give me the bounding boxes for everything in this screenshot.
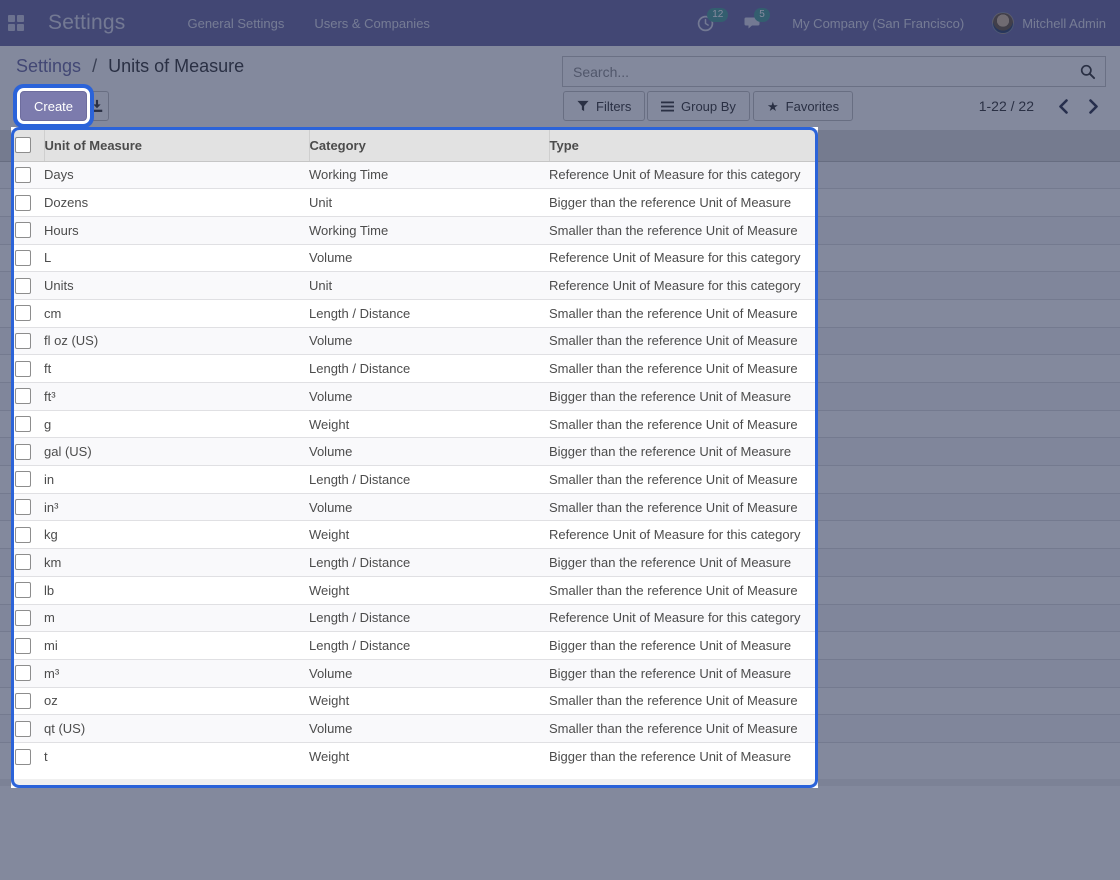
cell-category: Length / Distance xyxy=(309,305,411,321)
cell-category: Length / Distance xyxy=(309,638,411,654)
column-header-category[interactable]: Category xyxy=(308,130,549,162)
row-checkbox[interactable] xyxy=(15,665,31,682)
row-checkbox[interactable] xyxy=(15,637,31,654)
row-checkbox[interactable] xyxy=(15,277,31,294)
row-checkbox[interactable] xyxy=(15,416,31,433)
cell-unit: g xyxy=(44,416,52,432)
cell-category: Length / Distance xyxy=(309,554,411,570)
create-button[interactable]: Create xyxy=(20,91,88,121)
row-checkbox[interactable] xyxy=(15,443,31,460)
cell-category: Weight xyxy=(309,416,350,432)
cell-unit: Units xyxy=(44,278,74,294)
cell-category: Length / Distance xyxy=(309,361,411,377)
cell-category: Length / Distance xyxy=(309,471,411,487)
cell-category: Weight xyxy=(309,582,350,598)
row-checkbox[interactable] xyxy=(15,332,31,349)
row-checkbox[interactable] xyxy=(15,249,31,266)
cell-category: Volume xyxy=(309,499,353,515)
row-checkbox[interactable] xyxy=(15,692,31,709)
cell-category: Weight xyxy=(309,693,350,709)
cell-category: Volume xyxy=(309,388,353,404)
cell-unit: mi xyxy=(44,638,58,654)
row-checkbox[interactable] xyxy=(15,720,31,737)
cell-unit: kg xyxy=(44,527,58,543)
cell-unit: cm xyxy=(44,305,62,321)
cell-category: Weight xyxy=(309,749,350,765)
tour-dim-overlay-top xyxy=(0,0,1120,127)
cell-unit: Hours xyxy=(44,222,79,238)
cell-category: Working Time xyxy=(309,167,389,183)
cell-category: Volume xyxy=(309,444,353,460)
row-checkbox[interactable] xyxy=(15,360,31,377)
cell-category: Volume xyxy=(309,721,353,737)
row-checkbox[interactable] xyxy=(15,166,31,183)
tour-dim-overlay-bottom xyxy=(0,788,1120,880)
cell-category: Volume xyxy=(309,333,353,349)
cell-unit: L xyxy=(44,250,52,266)
cell-unit: qt (US) xyxy=(44,721,86,737)
cell-category: Working Time xyxy=(309,222,389,238)
cell-unit: in xyxy=(44,471,55,487)
row-checkbox[interactable] xyxy=(15,305,31,322)
cell-unit: ft xyxy=(44,361,52,377)
row-checkbox[interactable] xyxy=(15,526,31,543)
row-checkbox[interactable] xyxy=(15,222,31,239)
select-all-checkbox[interactable] xyxy=(15,137,31,154)
cell-unit: oz xyxy=(44,693,58,709)
cell-unit: fl oz (US) xyxy=(44,333,99,349)
cell-unit: m³ xyxy=(44,665,60,681)
cell-category: Unit xyxy=(309,195,333,211)
row-checkbox[interactable] xyxy=(15,194,31,211)
tour-dim-overlay-left xyxy=(0,127,11,788)
cell-category: Unit xyxy=(309,278,333,294)
cell-category: Weight xyxy=(309,527,350,543)
tour-dim-overlay-right xyxy=(818,127,1120,788)
row-checkbox[interactable] xyxy=(15,748,31,765)
cell-unit: in³ xyxy=(44,499,59,515)
cell-category: Volume xyxy=(309,665,353,681)
cell-unit: t xyxy=(44,749,48,765)
row-checkbox[interactable] xyxy=(15,609,31,626)
row-checkbox[interactable] xyxy=(15,471,31,488)
row-checkbox[interactable] xyxy=(15,582,31,599)
cell-category: Volume xyxy=(309,250,353,266)
cell-unit: Days xyxy=(44,167,74,183)
row-checkbox[interactable] xyxy=(15,388,31,405)
cell-category: Length / Distance xyxy=(309,610,411,626)
cell-unit: m xyxy=(44,610,55,626)
cell-unit: ft³ xyxy=(44,388,56,404)
row-checkbox[interactable] xyxy=(15,499,31,516)
cell-unit: lb xyxy=(44,582,55,598)
cell-unit: km xyxy=(44,554,62,570)
cell-unit: Dozens xyxy=(44,195,89,211)
cell-unit: gal (US) xyxy=(44,444,92,460)
row-checkbox[interactable] xyxy=(15,554,31,571)
column-header-unit[interactable]: Unit of Measure xyxy=(43,130,309,162)
